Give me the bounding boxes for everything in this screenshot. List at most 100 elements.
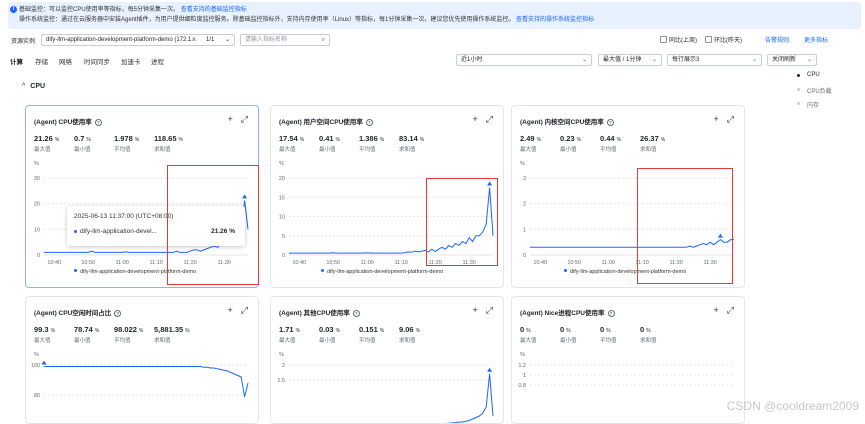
clear-icon[interactable]: × xyxy=(192,35,196,45)
stat-item: 0 % 平均值 xyxy=(600,325,617,344)
instance-select[interactable]: dify-llm-application-development-platfor… xyxy=(41,34,235,46)
help-icon[interactable]: ? xyxy=(114,310,122,317)
search-icon: ⌕ xyxy=(321,37,325,43)
stat-item: 1.71 % 最大值 xyxy=(279,325,301,344)
metric-search-input[interactable]: 请输入指标名称 ⌕ xyxy=(240,34,330,46)
expand-icon[interactable]: ⤢ xyxy=(241,114,248,124)
watermark: CSDN @cooldream2009 xyxy=(726,399,859,413)
stat-item: 0.41 % 最小值 xyxy=(319,134,341,153)
info-notice: i 基础监控：可以监控CPU使用率等指标，每5分钟采集一次。 查看支持的基础监控… xyxy=(8,2,861,29)
tab-network[interactable]: 网络 xyxy=(59,56,72,66)
page-indicator: 1/1 xyxy=(206,37,215,43)
tab-process[interactable]: 进程 xyxy=(151,56,164,66)
more-metrics-link[interactable]: 更多指标 xyxy=(804,35,828,44)
metric-card[interactable]: (Agent) 其他CPU使用率? + ⤢ 1.71 % 最大值 0.03 % 最… xyxy=(270,296,504,424)
line-chart[interactable]: 0.8 1 1.2 xyxy=(512,357,745,424)
tab-accelerator[interactable]: 加速卡 xyxy=(121,56,141,66)
x-tick-label: 10:40 xyxy=(47,260,61,266)
chevron-down-icon: ⌄ xyxy=(581,57,587,63)
anchor-nav: CPU CPU负载 内存 xyxy=(796,72,832,114)
help-icon[interactable]: ? xyxy=(606,119,614,126)
basic-metrics-link[interactable]: 查看支持的基础监控指标 xyxy=(181,7,247,13)
metric-card[interactable]: (Agent) CPU空闲时间占比? + ⤢ 99.3 % 最大值 78.74 %… xyxy=(25,296,259,424)
compare-yesterday-checkbox[interactable]: 环比(昨天) xyxy=(705,35,742,44)
layout-select[interactable]: 每行展示3 ⌄ xyxy=(667,54,762,66)
chevron-down-icon: ⌄ xyxy=(751,57,757,63)
alarm-rules-link[interactable]: 告警规则 xyxy=(765,35,789,44)
legend-dot-icon xyxy=(564,269,567,272)
add-icon[interactable]: + xyxy=(473,305,478,315)
expand-icon[interactable]: ⤢ xyxy=(241,305,248,315)
anchor-cpu[interactable]: CPU xyxy=(796,72,832,86)
expand-icon[interactable]: ⤢ xyxy=(486,305,493,315)
stat-item: 17.54 % 最大值 xyxy=(279,134,305,153)
x-tick-label: 11:00 xyxy=(361,260,374,266)
line-chart[interactable]: 1.52 xyxy=(271,357,504,424)
expand-icon[interactable]: ⤢ xyxy=(727,305,734,315)
tab-compute[interactable]: 计算 xyxy=(10,56,23,66)
add-icon[interactable]: + xyxy=(228,305,233,315)
max-marker-icon xyxy=(487,367,493,372)
stat-item: 21.26 % 最大值 xyxy=(34,134,60,153)
stat-item: 0.23 % 最小值 xyxy=(560,134,582,153)
tab-storage[interactable]: 存储 xyxy=(35,56,48,66)
add-icon[interactable]: + xyxy=(714,305,719,315)
y-tick-label: 2 xyxy=(282,363,285,369)
compare-prev-checkbox[interactable]: 同比(上周) xyxy=(660,35,697,44)
add-icon[interactable]: + xyxy=(228,114,233,124)
refresh-select[interactable]: 关闭刷新 ⌄ xyxy=(767,54,817,66)
card-title: (Agent) 内核空间CPU使用率? xyxy=(520,116,614,126)
series-line xyxy=(44,366,249,398)
stat-item: 0 % 最大值 xyxy=(520,325,537,344)
y-tick-label: 30 xyxy=(34,176,40,182)
aggregation-select[interactable]: 最大值 / 1分钟 ⌄ xyxy=(598,54,662,66)
legend-dot-icon xyxy=(74,269,77,272)
x-tick-label: 11:10 xyxy=(150,260,163,266)
help-icon[interactable]: ? xyxy=(607,310,615,317)
x-tick-label: 11:10 xyxy=(395,260,408,266)
help-icon[interactable]: ? xyxy=(365,119,373,126)
info-icon: i xyxy=(10,6,17,13)
stat-item: 0.03 % 最小值 xyxy=(319,325,341,344)
x-tick-label: 10:50 xyxy=(81,260,95,266)
expand-icon[interactable]: ⤢ xyxy=(727,114,734,124)
add-icon[interactable]: + xyxy=(714,114,719,124)
y-tick-label: 80 xyxy=(34,393,40,399)
y-tick-label: 20 xyxy=(34,202,40,208)
y-tick-label: 0 xyxy=(523,253,526,259)
y-tick-label: 100 xyxy=(31,363,40,369)
tooltip-time: 2025-06-13 11:37:00 (UTC+08:00) xyxy=(74,213,174,220)
stat-item: 98.022 % 平均值 xyxy=(114,325,144,344)
y-tick-label: 5 xyxy=(282,234,285,240)
add-icon[interactable]: + xyxy=(473,114,478,124)
chevron-up-icon: ^ xyxy=(22,83,26,90)
tab-time-sync[interactable]: 时间同步 xyxy=(84,56,110,66)
y-tick-label: 10 xyxy=(34,227,40,233)
notice-line-1: 基础监控：可以监控CPU使用率等指标，每5分钟采集一次。 查看支持的基础监控指标 xyxy=(19,7,247,13)
help-icon[interactable]: ? xyxy=(94,119,102,126)
time-range-select[interactable]: 近1小时 ⌄ xyxy=(456,54,592,66)
x-tick-label: 10:50 xyxy=(567,260,581,266)
y-tick-label: 0 xyxy=(282,253,285,259)
stat-item: 0 % 求和值 xyxy=(640,325,657,344)
anchor-memory[interactable]: 内存 xyxy=(796,100,832,114)
expand-icon[interactable]: ⤢ xyxy=(486,114,493,124)
stat-item: 1.386 % 平均值 xyxy=(359,134,385,153)
help-icon[interactable]: ? xyxy=(352,310,360,317)
y-tick-label: 3 xyxy=(523,176,526,182)
card-title: (Agent) CPU使用率? xyxy=(34,116,102,126)
chevron-down-icon: ⌄ xyxy=(224,37,230,43)
chart-legend[interactable]: dify-llm-application-development-platfor… xyxy=(321,269,443,275)
os-metrics-link[interactable]: 查看支持的操作系统监控指标 xyxy=(516,17,594,23)
x-tick-label: 11:00 xyxy=(116,260,129,266)
cpu-section-title[interactable]: ^ CPU xyxy=(22,83,45,90)
stat-item: 0 % 最小值 xyxy=(560,325,577,344)
stat-item: 0.44 % 平均值 xyxy=(600,134,622,153)
metric-card[interactable]: (Agent) Nice进程CPU使用率? + ⤢ 0 % 最大值 0 % 最小值… xyxy=(511,296,745,424)
line-chart[interactable]: 80 100 xyxy=(26,357,259,424)
card-title: (Agent) Nice进程CPU使用率? xyxy=(520,307,615,317)
notice-line-2: 操作系统监控：通过在云服务器中安装Agent插件，为用户提供细粒度监控服务。除基… xyxy=(19,17,595,23)
anchor-cpu-load[interactable]: CPU负载 xyxy=(796,86,832,100)
stat-item: 0.7 % 最小值 xyxy=(74,134,91,153)
y-tick-label: 0.8 xyxy=(518,383,526,389)
